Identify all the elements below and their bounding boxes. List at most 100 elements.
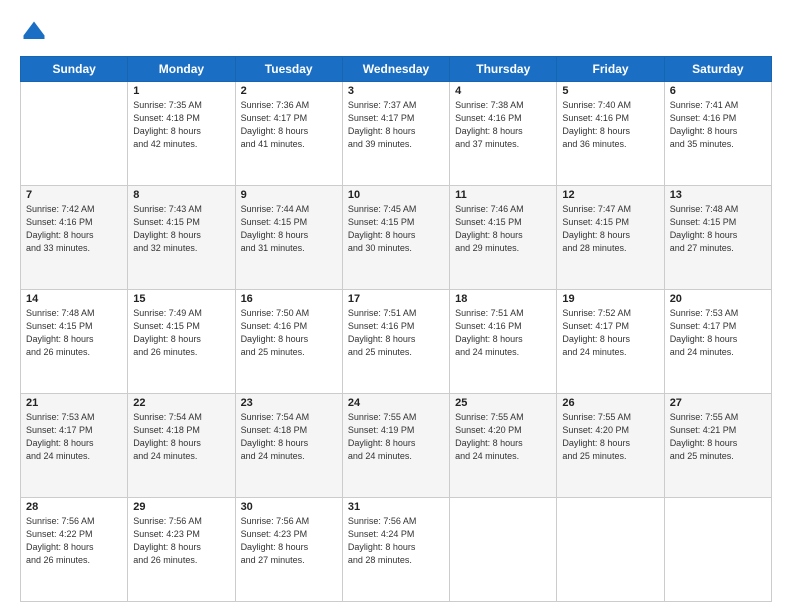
day-number: 10 xyxy=(348,189,444,201)
day-cell: 23 Sunrise: 7:54 AM Sunset: 4:18 PM Dayli… xyxy=(235,394,342,498)
header xyxy=(20,18,772,46)
day-cell: 24Sunrise: 7:55 AM Sunset: 4:19 PM Dayli… xyxy=(342,394,449,498)
day-cell: 19 Sunrise: 7:52 AM Sunset: 4:17 PM Dayli… xyxy=(557,290,664,394)
day-info: Sunrise: 7:53 AM Sunset: 4:17 PM Dayligh… xyxy=(26,411,122,463)
day-number: 1 xyxy=(133,85,229,97)
day-cell: 8Sunrise: 7:43 AM Sunset: 4:15 PM Daylig… xyxy=(128,186,235,290)
day-number: 7 xyxy=(26,189,122,201)
day-cell: 26Sunrise: 7:55 AM Sunset: 4:20 PM Dayli… xyxy=(557,394,664,498)
day-cell xyxy=(21,82,128,186)
day-number: 14 xyxy=(26,293,122,305)
day-number: 28 xyxy=(26,501,122,513)
day-info: Sunrise: 7:45 AM Sunset: 4:15 PM Dayligh… xyxy=(348,203,444,255)
day-cell: 14 Sunrise: 7:48 AM Sunset: 4:15 PM Dayli… xyxy=(21,290,128,394)
day-cell: 16 Sunrise: 7:50 AM Sunset: 4:16 PM Dayli… xyxy=(235,290,342,394)
day-cell: 1 Sunrise: 7:35 AM Sunset: 4:18 PM Daylig… xyxy=(128,82,235,186)
day-info: Sunrise: 7:47 AM Sunset: 4:15 PM Dayligh… xyxy=(562,203,658,255)
day-info: Sunrise: 7:49 AM Sunset: 4:15 PM Dayligh… xyxy=(133,307,229,359)
day-number: 11 xyxy=(455,189,551,201)
day-number: 21 xyxy=(26,397,122,409)
day-number: 25 xyxy=(455,397,551,409)
day-info: Sunrise: 7:56 AM Sunset: 4:24 PM Dayligh… xyxy=(348,515,444,567)
day-info: Sunrise: 7:36 AM Sunset: 4:17 PM Dayligh… xyxy=(241,99,337,151)
day-info: Sunrise: 7:53 AM Sunset: 4:17 PM Dayligh… xyxy=(670,307,766,359)
day-info: Sunrise: 7:55 AM Sunset: 4:20 PM Dayligh… xyxy=(562,411,658,463)
day-cell: 31 Sunrise: 7:56 AM Sunset: 4:24 PM Dayli… xyxy=(342,498,449,602)
day-cell: 7 Sunrise: 7:42 AM Sunset: 4:16 PM Daylig… xyxy=(21,186,128,290)
day-cell: 17 Sunrise: 7:51 AM Sunset: 4:16 PM Dayli… xyxy=(342,290,449,394)
day-number: 9 xyxy=(241,189,337,201)
day-cell: 10 Sunrise: 7:45 AM Sunset: 4:15 PM Dayli… xyxy=(342,186,449,290)
day-number: 22 xyxy=(133,397,229,409)
day-cell: 29 Sunrise: 7:56 AM Sunset: 4:23 PM Dayli… xyxy=(128,498,235,602)
day-cell: 4 Sunrise: 7:38 AM Sunset: 4:16 PM Daylig… xyxy=(450,82,557,186)
day-info: Sunrise: 7:55 AM Sunset: 4:19 PM Dayligh… xyxy=(348,411,444,463)
day-number: 4 xyxy=(455,85,551,97)
day-cell: 20 Sunrise: 7:53 AM Sunset: 4:17 PM Dayli… xyxy=(664,290,771,394)
day-info: Sunrise: 7:50 AM Sunset: 4:16 PM Dayligh… xyxy=(241,307,337,359)
weekday-header-thursday: Thursday xyxy=(450,57,557,82)
day-info: Sunrise: 7:37 AM Sunset: 4:17 PM Dayligh… xyxy=(348,99,444,151)
page: SundayMondayTuesdayWednesdayThursdayFrid… xyxy=(0,0,792,612)
day-cell: 15 Sunrise: 7:49 AM Sunset: 4:15 PM Dayli… xyxy=(128,290,235,394)
day-info: Sunrise: 7:55 AM Sunset: 4:21 PM Dayligh… xyxy=(670,411,766,463)
day-cell xyxy=(664,498,771,602)
day-cell: 22 Sunrise: 7:54 AM Sunset: 4:18 PM Dayli… xyxy=(128,394,235,498)
day-cell: 12 Sunrise: 7:47 AM Sunset: 4:15 PM Dayli… xyxy=(557,186,664,290)
day-info: Sunrise: 7:55 AM Sunset: 4:20 PM Dayligh… xyxy=(455,411,551,463)
day-cell xyxy=(450,498,557,602)
day-info: Sunrise: 7:46 AM Sunset: 4:15 PM Dayligh… xyxy=(455,203,551,255)
day-info: Sunrise: 7:54 AM Sunset: 4:18 PM Dayligh… xyxy=(133,411,229,463)
weekday-header-wednesday: Wednesday xyxy=(342,57,449,82)
day-info: Sunrise: 7:48 AM Sunset: 4:15 PM Dayligh… xyxy=(670,203,766,255)
weekday-header-monday: Monday xyxy=(128,57,235,82)
day-cell: 28 Sunrise: 7:56 AM Sunset: 4:22 PM Dayli… xyxy=(21,498,128,602)
day-cell: 13 Sunrise: 7:48 AM Sunset: 4:15 PM Dayli… xyxy=(664,186,771,290)
day-info: Sunrise: 7:48 AM Sunset: 4:15 PM Dayligh… xyxy=(26,307,122,359)
logo-icon xyxy=(20,18,48,46)
day-cell: 9Sunrise: 7:44 AM Sunset: 4:15 PM Daylig… xyxy=(235,186,342,290)
week-row-4: 21 Sunrise: 7:53 AM Sunset: 4:17 PM Dayli… xyxy=(21,394,772,498)
day-info: Sunrise: 7:43 AM Sunset: 4:15 PM Dayligh… xyxy=(133,203,229,255)
day-number: 29 xyxy=(133,501,229,513)
day-number: 6 xyxy=(670,85,766,97)
weekday-header-sunday: Sunday xyxy=(21,57,128,82)
day-cell: 27Sunrise: 7:55 AM Sunset: 4:21 PM Dayli… xyxy=(664,394,771,498)
day-number: 31 xyxy=(348,501,444,513)
day-number: 23 xyxy=(241,397,337,409)
day-info: Sunrise: 7:35 AM Sunset: 4:18 PM Dayligh… xyxy=(133,99,229,151)
day-cell xyxy=(557,498,664,602)
day-number: 16 xyxy=(241,293,337,305)
day-cell: 5Sunrise: 7:40 AM Sunset: 4:16 PM Daylig… xyxy=(557,82,664,186)
day-info: Sunrise: 7:52 AM Sunset: 4:17 PM Dayligh… xyxy=(562,307,658,359)
day-cell: 25 Sunrise: 7:55 AM Sunset: 4:20 PM Dayli… xyxy=(450,394,557,498)
day-number: 30 xyxy=(241,501,337,513)
day-cell: 3 Sunrise: 7:37 AM Sunset: 4:17 PM Daylig… xyxy=(342,82,449,186)
day-number: 3 xyxy=(348,85,444,97)
day-number: 12 xyxy=(562,189,658,201)
day-info: Sunrise: 7:42 AM Sunset: 4:16 PM Dayligh… xyxy=(26,203,122,255)
day-info: Sunrise: 7:54 AM Sunset: 4:18 PM Dayligh… xyxy=(241,411,337,463)
day-number: 15 xyxy=(133,293,229,305)
week-row-3: 14 Sunrise: 7:48 AM Sunset: 4:15 PM Dayli… xyxy=(21,290,772,394)
day-info: Sunrise: 7:56 AM Sunset: 4:23 PM Dayligh… xyxy=(133,515,229,567)
day-number: 20 xyxy=(670,293,766,305)
weekday-header-saturday: Saturday xyxy=(664,57,771,82)
day-cell: 18Sunrise: 7:51 AM Sunset: 4:16 PM Dayli… xyxy=(450,290,557,394)
day-number: 13 xyxy=(670,189,766,201)
day-number: 19 xyxy=(562,293,658,305)
weekday-header-tuesday: Tuesday xyxy=(235,57,342,82)
day-info: Sunrise: 7:40 AM Sunset: 4:16 PM Dayligh… xyxy=(562,99,658,151)
week-row-2: 7 Sunrise: 7:42 AM Sunset: 4:16 PM Daylig… xyxy=(21,186,772,290)
day-info: Sunrise: 7:38 AM Sunset: 4:16 PM Dayligh… xyxy=(455,99,551,151)
day-cell: 6 Sunrise: 7:41 AM Sunset: 4:16 PM Daylig… xyxy=(664,82,771,186)
day-info: Sunrise: 7:51 AM Sunset: 4:16 PM Dayligh… xyxy=(455,307,551,359)
day-info: Sunrise: 7:51 AM Sunset: 4:16 PM Dayligh… xyxy=(348,307,444,359)
day-cell: 11 Sunrise: 7:46 AM Sunset: 4:15 PM Dayli… xyxy=(450,186,557,290)
day-info: Sunrise: 7:56 AM Sunset: 4:22 PM Dayligh… xyxy=(26,515,122,567)
day-number: 17 xyxy=(348,293,444,305)
day-cell: 21 Sunrise: 7:53 AM Sunset: 4:17 PM Dayli… xyxy=(21,394,128,498)
day-info: Sunrise: 7:56 AM Sunset: 4:23 PM Dayligh… xyxy=(241,515,337,567)
weekday-header-friday: Friday xyxy=(557,57,664,82)
day-info: Sunrise: 7:41 AM Sunset: 4:16 PM Dayligh… xyxy=(670,99,766,151)
